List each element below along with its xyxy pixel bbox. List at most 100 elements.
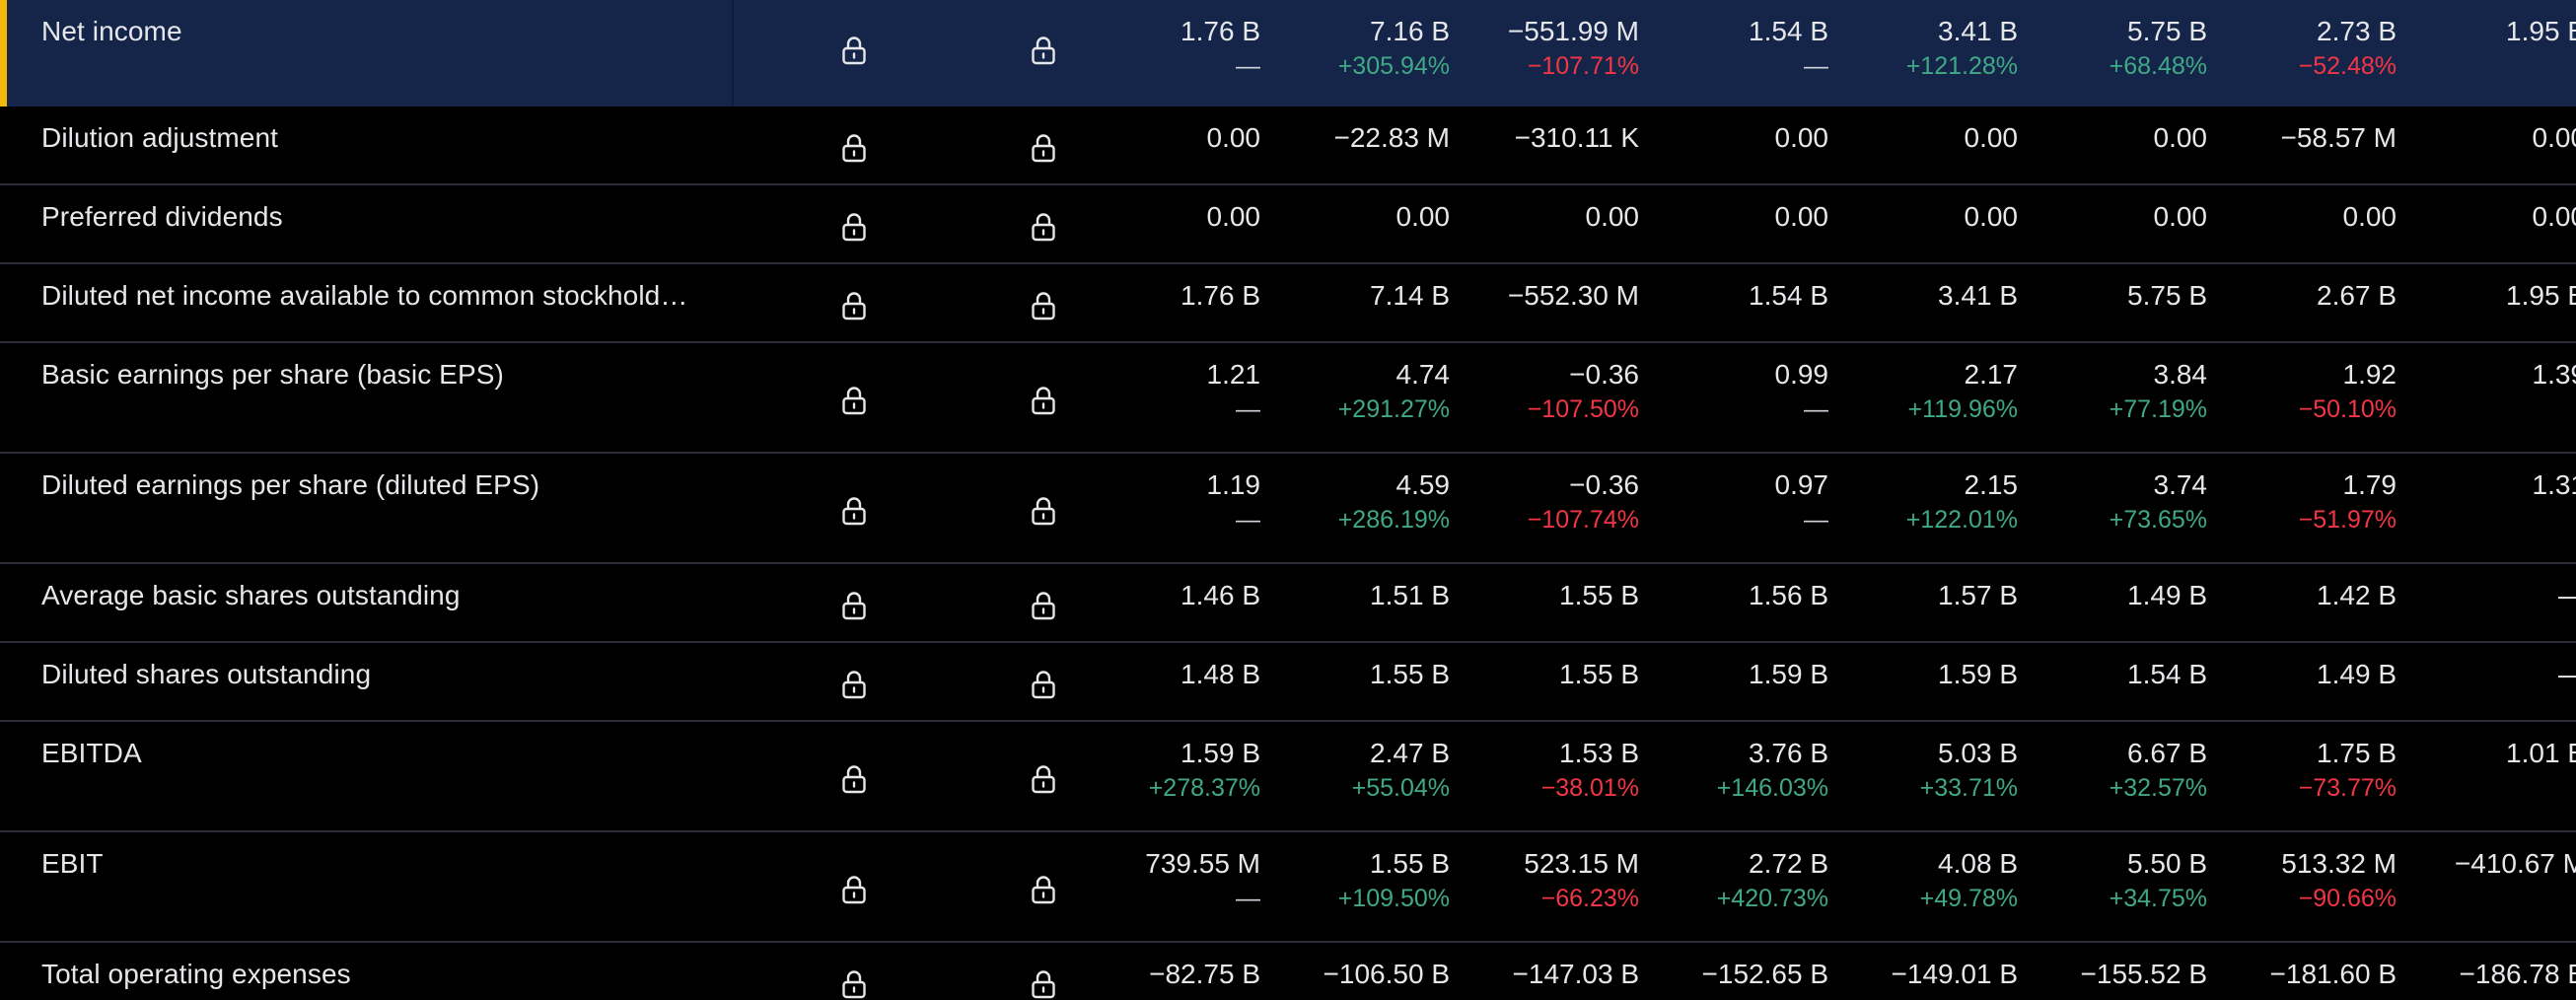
table-row[interactable]: Diluted shares outstanding 1.48 B 1.55 B 1.… (0, 643, 2576, 722)
lock-icon[interactable] (841, 969, 867, 999)
value-cell: −58.57 M (2209, 121, 2397, 155)
lock-icon[interactable] (841, 591, 867, 620)
value-cell: 0.97 — (1641, 468, 1829, 537)
lock-icon[interactable] (1031, 591, 1056, 620)
table-row[interactable]: EBIT 739.55 M — 1.55 B +109.50% 523.15 M −66.2… (0, 832, 2576, 943)
cell-value: −552.30 M (1507, 280, 1639, 311)
table-row[interactable]: Dilution adjustment 0.00 −22.83 M −310.11 K… (0, 107, 2576, 185)
row-label: Net income (41, 16, 182, 46)
change-percent: −66.23% (1540, 885, 1639, 912)
cell-value: 1.39 (2532, 359, 2576, 390)
cell-value: 2.15 (1964, 469, 2019, 500)
value-cell: 1.55 B +109.50% (1262, 847, 1450, 916)
cell-value: 0.00 (1774, 122, 1829, 153)
row-label: Diluted shares outstanding (41, 659, 372, 689)
cell-value: −0.36 (1569, 469, 1639, 500)
change-percent: −107.50% (1527, 395, 1639, 423)
table-row[interactable]: Diluted net income available to common s… (0, 264, 2576, 343)
cell-value: 1.55 B (1370, 659, 1450, 689)
cell-value: 1.75 B (2317, 738, 2397, 768)
table-row[interactable]: EBITDA 1.59 B +278.37% 2.47 B +55.04% 1.53 B −… (0, 722, 2576, 832)
lock-icon[interactable] (841, 386, 867, 415)
table-row[interactable]: Preferred dividends 0.00 0.00 0.00 0.00 0.00 0… (0, 185, 2576, 264)
change-percent: −50.10% (2298, 395, 2397, 423)
cell-value: −147.03 B (1512, 959, 1639, 989)
value-cell: 513.32 M −90.66% (2209, 847, 2397, 916)
value-cell: 739.55 M — (1073, 847, 1260, 916)
table-row[interactable]: Average basic shares outstanding 1.46 B 1.… (0, 564, 2576, 643)
value-cell: 1.53 B −38.01% (1452, 737, 1639, 806)
value-cell: −0.36 −107.74% (1452, 468, 1639, 537)
cell-value: 3.74 (2153, 469, 2208, 500)
lock-icon[interactable] (1031, 133, 1056, 163)
lock-icon[interactable] (1031, 875, 1056, 904)
cell-value: 1.57 B (1938, 580, 2018, 610)
value-cell: −310.11 K (1452, 121, 1639, 155)
change-percent: +286.19% (1337, 506, 1450, 534)
lock-icon[interactable] (1031, 212, 1056, 242)
value-cell: 1.39 (2398, 358, 2576, 392)
value-cell: −186.78 B (2398, 958, 2576, 991)
cell-value: 0.00 (1206, 122, 1261, 153)
value-cell: 2.72 B +420.73% (1641, 847, 1828, 916)
column-divider (732, 0, 734, 107)
lock-icon[interactable] (1031, 291, 1056, 321)
change-percent: −90.66% (2298, 885, 2397, 912)
row-label: EBITDA (41, 738, 142, 768)
value-cell: 1.19 — (1073, 468, 1261, 537)
value-cell: 1.92 −50.10% (2209, 358, 2397, 427)
lock-icon[interactable] (1031, 386, 1056, 415)
cell-value: 0.00 (1585, 201, 1640, 232)
lock-icon[interactable] (1031, 764, 1056, 794)
cell-value: 0.00 (1964, 122, 2019, 153)
value-cell: 1.21 — (1073, 358, 1261, 427)
value-cell: 3.76 B +146.03% (1641, 737, 1828, 806)
value-cell: 0.00 (2020, 121, 2208, 155)
row-label: Basic earnings per share (basic EPS) (41, 359, 504, 390)
value-cell: 5.50 B +34.75% (2020, 847, 2207, 916)
row-label: Total operating expenses (41, 959, 351, 989)
change-percent: −51.97% (2298, 506, 2397, 534)
change-percent: +73.65% (2109, 506, 2207, 534)
change-percent: −52.48% (2298, 52, 2397, 80)
financials-table: Net income 1.76 B —7.16 B +305.94% −551.99 M… (0, 0, 2576, 1000)
value-cell: −552.30 M (1452, 279, 1639, 313)
lock-icon[interactable] (1031, 36, 1056, 65)
selected-row-indicator (0, 0, 7, 107)
change-percent: — (1236, 885, 1260, 912)
value-cell: −181.60 B (2209, 958, 2397, 991)
change-percent: — (1236, 52, 1260, 80)
table-row[interactable]: Basic earnings per share (basic EPS) 1.21… (0, 343, 2576, 454)
lock-icon[interactable] (841, 133, 867, 163)
cell-value: 0.00 (2342, 201, 2397, 232)
change-percent: +109.50% (1337, 885, 1450, 912)
cell-value: 1.21 (1206, 359, 1261, 390)
cell-value: 0.00 (2532, 122, 2576, 153)
cell-value: 0.00 (2532, 201, 2576, 232)
table-row[interactable]: Total operating expenses −82.75 B −106.50 … (0, 943, 2576, 1000)
value-cell: 0.00 (1452, 200, 1640, 234)
lock-icon[interactable] (841, 212, 867, 242)
lock-icon[interactable] (1031, 496, 1056, 526)
lock-icon[interactable] (1031, 969, 1056, 999)
lock-icon[interactable] (841, 670, 867, 699)
value-cell: 1.57 B (1830, 579, 2018, 612)
value-cell: 0.00 (1830, 121, 2019, 155)
lock-icon[interactable] (841, 764, 867, 794)
lock-icon[interactable] (841, 291, 867, 321)
cell-value: −149.01 B (1891, 959, 2018, 989)
table-row[interactable]: Diluted earnings per share (diluted EPS)… (0, 454, 2576, 564)
table-row[interactable]: Net income 1.76 B —7.16 B +305.94% −551.99 M… (0, 0, 2576, 107)
lock-icon[interactable] (841, 496, 867, 526)
value-cell: 5.75 B (2020, 279, 2207, 313)
value-cell: 3.84 +77.19% (2020, 358, 2207, 427)
value-cell: 1.01 B (2398, 737, 2576, 770)
lock-icon[interactable] (841, 36, 867, 65)
value-cell: 3.74 +73.65% (2020, 468, 2207, 537)
change-percent: — (1236, 506, 1260, 534)
lock-icon[interactable] (1031, 670, 1056, 699)
value-cell: 0.00 (1641, 121, 1829, 155)
cell-value: 3.84 (2153, 359, 2208, 390)
lock-icon[interactable] (841, 875, 867, 904)
cell-value: −82.75 B (1149, 959, 1260, 989)
